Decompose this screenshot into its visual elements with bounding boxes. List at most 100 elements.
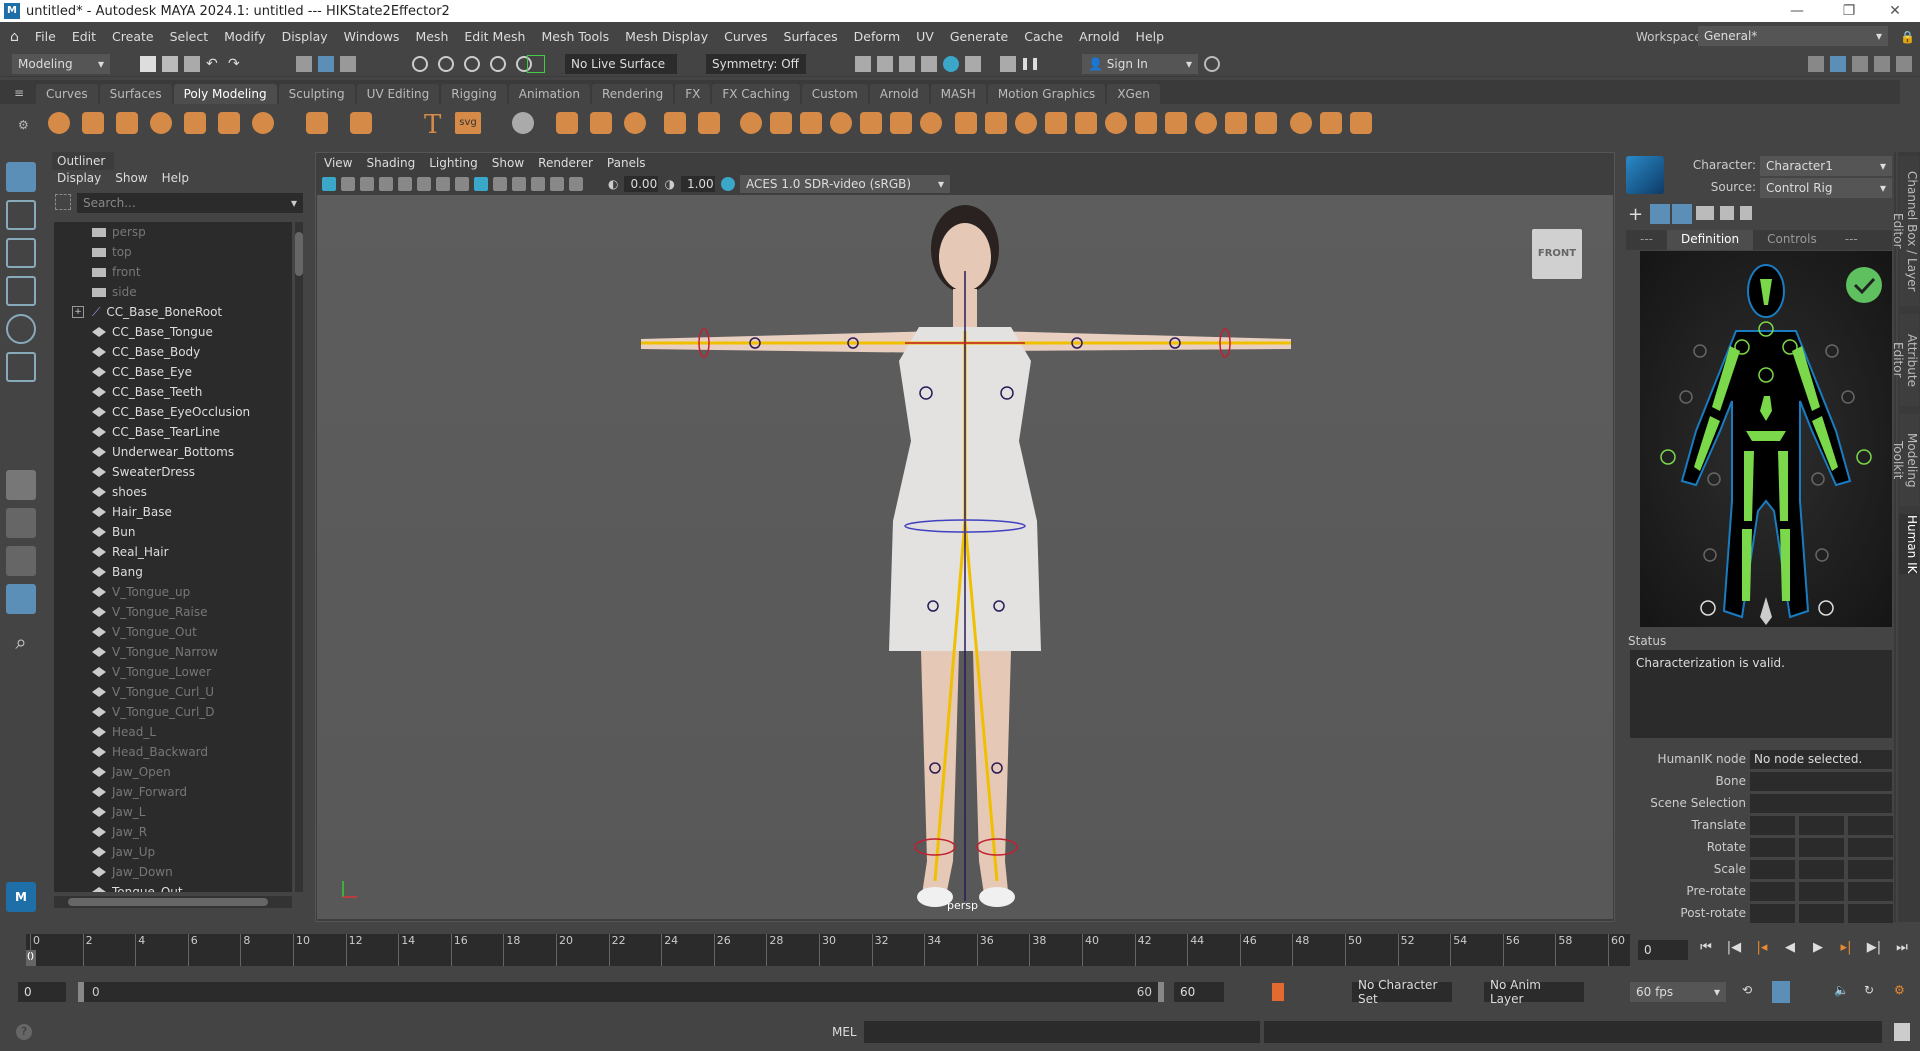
- shelf-tool-icon[interactable]: [306, 112, 328, 134]
- render-view-icon[interactable]: [965, 56, 981, 72]
- outliner-horizontal-scrollbar[interactable]: [54, 896, 292, 908]
- current-frame-field[interactable]: 0: [1638, 940, 1688, 960]
- select-component-icon[interactable]: [340, 56, 356, 72]
- menu-curves[interactable]: Curves: [716, 29, 775, 44]
- shelf-tool-icon[interactable]: [1320, 112, 1342, 134]
- vector-field[interactable]: [1750, 882, 1795, 901]
- render-settings-icon[interactable]: [921, 56, 937, 72]
- close-button[interactable]: ✕: [1872, 0, 1918, 22]
- cache-playback-icon[interactable]: [1772, 981, 1790, 1003]
- loop-icon[interactable]: ⟲: [1742, 983, 1752, 997]
- menu-create[interactable]: Create: [104, 29, 162, 44]
- mirror-matching-icon[interactable]: [1672, 204, 1692, 224]
- step-back-frame-icon[interactable]: |◀: [1726, 940, 1742, 956]
- vector-field[interactable]: [1799, 860, 1844, 879]
- shelf-tab-motion-graphics[interactable]: Motion Graphics: [987, 84, 1106, 104]
- outliner-item[interactable]: persp: [54, 222, 292, 242]
- vector-field[interactable]: [1799, 882, 1844, 901]
- view-cube[interactable]: FRONT: [1532, 229, 1582, 279]
- maya-home-icon[interactable]: M: [6, 882, 36, 912]
- shelf-tab-animation[interactable]: Animation: [508, 84, 590, 104]
- shelf-tab-curves[interactable]: Curves: [36, 84, 98, 104]
- shelf-tool-icon[interactable]: [740, 112, 762, 134]
- undo-icon[interactable]: ↶: [206, 56, 222, 72]
- outliner-item[interactable]: Jaw_Open: [54, 762, 292, 782]
- scale-tool-icon[interactable]: [6, 352, 36, 382]
- field-value[interactable]: No node selected.: [1750, 750, 1892, 769]
- command-input[interactable]: [864, 1021, 1260, 1043]
- save-skeleton-icon[interactable]: [1720, 206, 1734, 220]
- shadows-icon[interactable]: [531, 177, 545, 191]
- script-language-label[interactable]: MEL: [832, 1025, 857, 1039]
- shelf-tool-icon[interactable]: [184, 112, 206, 134]
- menu-mesh[interactable]: Mesh: [407, 29, 456, 44]
- shelf-tab-mash[interactable]: MASH: [930, 84, 986, 104]
- select-object-icon[interactable]: [318, 56, 334, 72]
- outliner-item[interactable]: Jaw_Forward: [54, 782, 292, 802]
- new-scene-icon[interactable]: [140, 56, 156, 72]
- outliner-item[interactable]: + ⟋ CC_Base_BoneRoot: [54, 302, 292, 322]
- outliner-item[interactable]: Head_L: [54, 722, 292, 742]
- search-icon[interactable]: ⌕: [6, 630, 36, 660]
- menu-surfaces[interactable]: Surfaces: [776, 29, 846, 44]
- shelf-tool-icon[interactable]: [556, 112, 578, 134]
- isolate-select-icon[interactable]: [550, 177, 564, 191]
- shelf-tool-icon[interactable]: [512, 112, 534, 134]
- delete-icon[interactable]: [1740, 206, 1752, 220]
- shelf-tab-rigging[interactable]: Rigging: [441, 84, 507, 104]
- shelf-tool-icon[interactable]: [1225, 112, 1247, 134]
- outliner-item[interactable]: CC_Base_Tongue: [54, 322, 292, 342]
- shelf-tab-xgen[interactable]: XGen: [1107, 84, 1160, 104]
- menu-help[interactable]: Help: [1128, 29, 1173, 44]
- outliner-search-input[interactable]: Search... ▾: [77, 193, 303, 213]
- play-backwards-icon[interactable]: ◀: [1782, 940, 1798, 956]
- fps-dropdown[interactable]: 60 fps ▾: [1630, 982, 1726, 1002]
- step-forward-frame-icon[interactable]: ▶|: [1866, 940, 1882, 956]
- time-slider-track[interactable]: 0 0 2 4 6 8 10 12 14 16 18 20 22 24 26 28 30 32 34 36 38 40 4…: [26, 934, 1630, 966]
- shelf-tool-icon[interactable]: [218, 112, 240, 134]
- menu-deform[interactable]: Deform: [846, 29, 908, 44]
- vector-field[interactable]: [1848, 860, 1893, 879]
- playback-preferences-icon[interactable]: ⚙: [1894, 983, 1905, 997]
- outliner-item[interactable]: Head_Backward: [54, 742, 292, 762]
- persp-outliner-layout-icon[interactable]: [6, 546, 36, 576]
- outliner-item[interactable]: Real_Hair: [54, 542, 292, 562]
- vector-field[interactable]: [1750, 838, 1795, 857]
- humanik-toggle-icon[interactable]: [1830, 56, 1846, 72]
- minimize-button[interactable]: —: [1774, 0, 1820, 22]
- outliner-item[interactable]: V_Tongue_Out: [54, 622, 292, 642]
- shelf-tool-icon[interactable]: [1075, 112, 1097, 134]
- lights-icon[interactable]: [512, 177, 526, 191]
- lock-icon[interactable]: 🔒: [1900, 30, 1915, 44]
- outliner-item[interactable]: top: [54, 242, 292, 262]
- exposure-field[interactable]: 0.00: [624, 176, 659, 192]
- arnold-render-icon[interactable]: [1000, 56, 1016, 72]
- side-tab[interactable]: Modeling Toolkit: [1891, 414, 1919, 506]
- outliner-menu-display[interactable]: Display: [57, 171, 101, 185]
- outliner-item[interactable]: CC_Base_TearLine: [54, 422, 292, 442]
- outliner-item[interactable]: V_Tongue_Raise: [54, 602, 292, 622]
- type-tool-icon[interactable]: T: [424, 110, 441, 140]
- lock-characterization-icon[interactable]: [1650, 204, 1670, 224]
- shelf-tool-icon[interactable]: [800, 112, 822, 134]
- viewport-menu-view[interactable]: View: [324, 156, 352, 170]
- shelf-tool-icon[interactable]: [860, 112, 882, 134]
- shelf-tool-icon[interactable]: [920, 112, 942, 134]
- shelf-tool-icon[interactable]: [82, 112, 104, 134]
- 3d-scene[interactable]: FRONT persp: [317, 195, 1613, 919]
- wireframe-icon[interactable]: [455, 177, 469, 191]
- shelf-tab-uv-editing[interactable]: UV Editing: [356, 84, 440, 104]
- menu-mesh-display[interactable]: Mesh Display: [617, 29, 716, 44]
- vector-field[interactable]: [1848, 882, 1893, 901]
- shelf-tool-icon[interactable]: [1135, 112, 1157, 134]
- humanik-tab[interactable]: ---: [1831, 230, 1872, 250]
- shelf-tool-icon[interactable]: [48, 112, 70, 134]
- viewport-menu-lighting[interactable]: Lighting: [429, 156, 478, 170]
- outliner-item[interactable]: CC_Base_Teeth: [54, 382, 292, 402]
- menu-set-dropdown[interactable]: Modeling ▾: [12, 54, 110, 74]
- four-view-layout-icon[interactable]: [6, 508, 36, 538]
- character-dropdown[interactable]: Character1 ▾: [1760, 156, 1892, 176]
- make-live-icon[interactable]: [527, 55, 545, 73]
- menu-select[interactable]: Select: [162, 29, 217, 44]
- humanik-figure-view[interactable]: [1640, 251, 1892, 627]
